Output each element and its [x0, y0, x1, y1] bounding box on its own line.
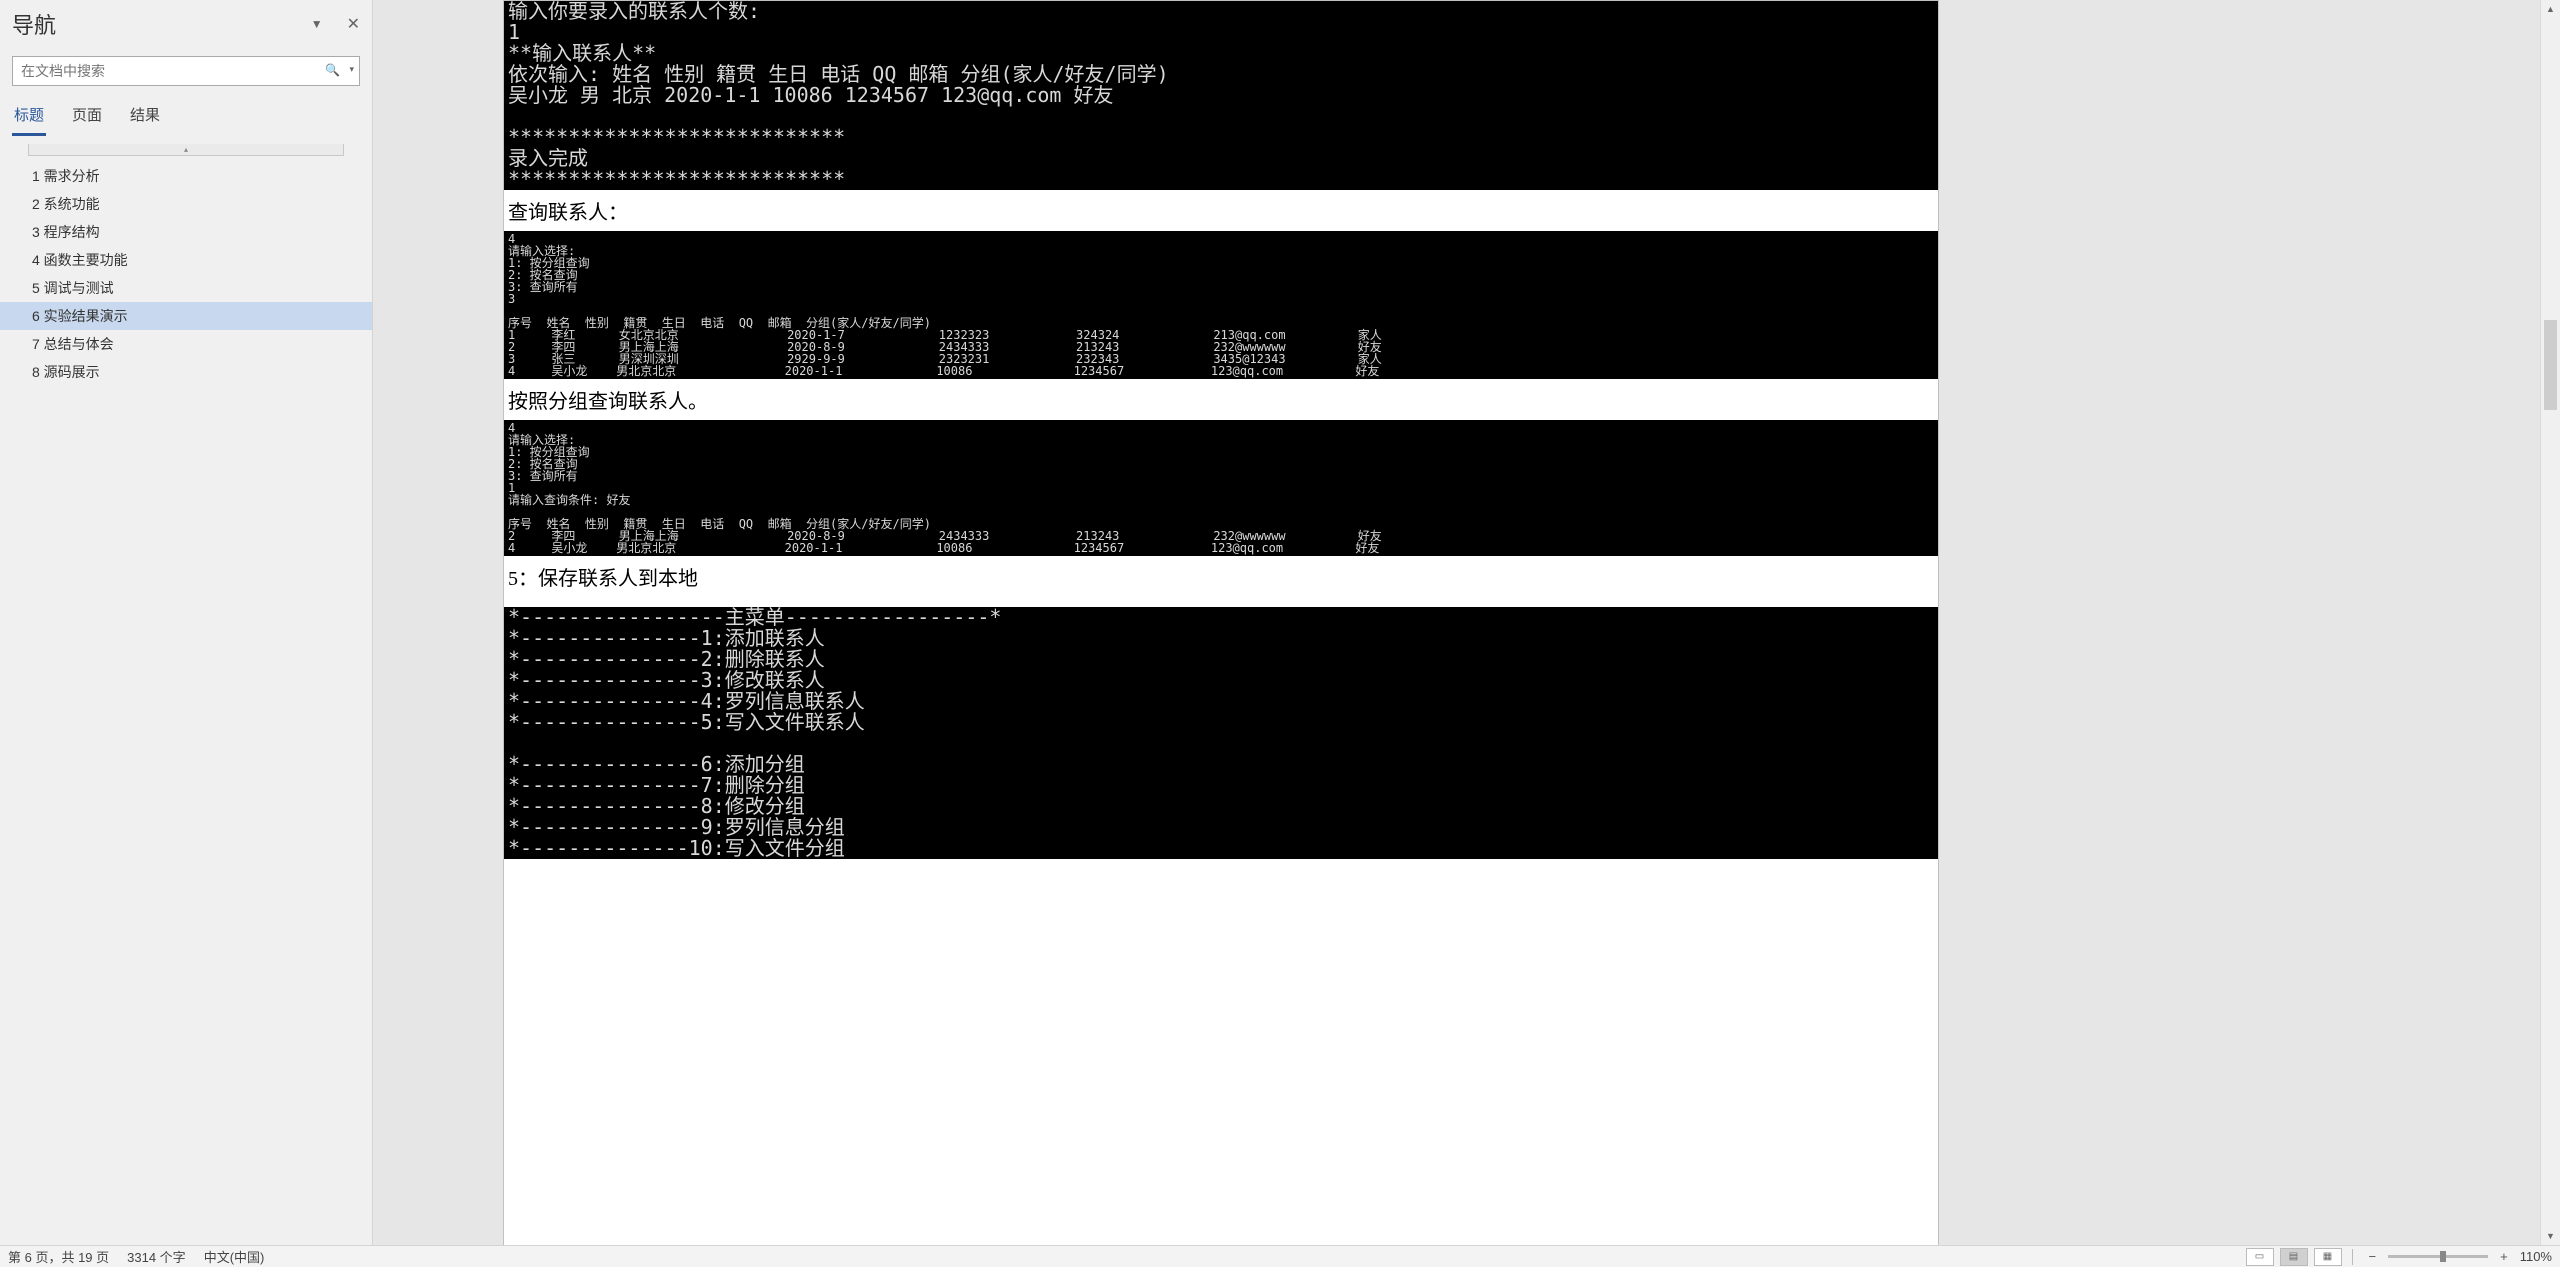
nav-item[interactable]: 7 总结与体会 — [0, 330, 372, 358]
tab-pages[interactable]: 页面 — [70, 98, 104, 136]
nav-header: 导航 ▼ ✕ — [0, 0, 372, 44]
vertical-scrollbar[interactable]: ▲ ▼ — [2540, 0, 2560, 1245]
body-text: 按照分组查询联系人。 — [504, 379, 1938, 420]
page-content: 输入你要录入的联系人个数: 1 **输入联系人** 依次输入: 姓名 性别 籍贯… — [504, 1, 1938, 859]
nav-item[interactable]: 3 程序结构 — [0, 218, 372, 246]
status-language[interactable]: 中文(中国) — [204, 1247, 265, 1266]
nav-tabs: 标题 页面 结果 — [0, 98, 372, 136]
nav-header-controls: ▼ ✕ — [311, 14, 360, 34]
nav-item[interactable]: 1 需求分析 — [0, 162, 372, 190]
zoom-out-button[interactable]: − — [2363, 1249, 2383, 1264]
search-box: 🔍 ▾ — [12, 56, 360, 86]
nav-item[interactable]: 5 调试与测试 — [0, 274, 372, 302]
document-page: 输入你要录入的联系人个数: 1 **输入联系人** 依次输入: 姓名 性别 籍贯… — [503, 0, 1939, 1245]
scroll-up-icon[interactable]: ▲ — [2541, 0, 2560, 18]
status-right: ▭ ▤ ▦ − + 110% — [2246, 1248, 2552, 1266]
nav-title: 导航 — [12, 8, 56, 40]
nav-item[interactable]: 8 源码展示 — [0, 358, 372, 386]
console-output-3: 4 请输入选择: 1: 按分组查询 2: 按名查询 3: 查询所有 1 请输入查… — [504, 420, 1938, 556]
view-web-layout-button[interactable]: ▦ — [2314, 1248, 2342, 1266]
status-left: 第 6 页，共 19 页 3314 个字 中文(中国) — [8, 1247, 264, 1266]
tab-results[interactable]: 结果 — [128, 98, 162, 136]
search-icon[interactable]: 🔍 — [325, 63, 340, 77]
search-input[interactable] — [12, 56, 360, 86]
console-output-2: 4 请输入选择: 1: 按分组查询 2: 按名查询 3: 查询所有 3 序号 姓… — [504, 231, 1938, 379]
navigation-pane: 导航 ▼ ✕ 🔍 ▾ 标题 页面 结果 ▴ 1 需求分析 2 系统功能 3 程序… — [0, 0, 373, 1246]
scroll-thumb[interactable] — [2544, 320, 2557, 410]
separator — [2352, 1249, 2353, 1265]
body-text: 5：保存联系人到本地 — [504, 556, 1938, 597]
body-text: 查询联系人： — [504, 190, 1938, 231]
zoom-slider-thumb[interactable] — [2440, 1251, 2446, 1262]
nav-item[interactable]: 4 函数主要功能 — [0, 246, 372, 274]
view-print-layout-button[interactable]: ▤ — [2280, 1248, 2308, 1266]
status-page[interactable]: 第 6 页，共 19 页 — [8, 1247, 109, 1266]
view-read-mode-button[interactable]: ▭ — [2246, 1248, 2274, 1266]
console-output-1: 输入你要录入的联系人个数: 1 **输入联系人** 依次输入: 姓名 性别 籍贯… — [504, 1, 1938, 190]
nav-divider[interactable]: ▴ — [28, 144, 344, 156]
zoom-level[interactable]: 110% — [2520, 1249, 2552, 1264]
scroll-down-icon[interactable]: ▼ — [2541, 1227, 2560, 1245]
search-dropdown-icon[interactable]: ▾ — [349, 64, 354, 75]
console-output-4: *-----------------主菜单-----------------* … — [504, 607, 1938, 859]
nav-item-selected[interactable]: 6 实验结果演示 — [0, 302, 372, 330]
zoom-slider[interactable] — [2388, 1255, 2488, 1258]
nav-options-dropdown-icon[interactable]: ▼ — [311, 17, 323, 31]
zoom-in-button[interactable]: + — [2494, 1249, 2514, 1264]
document-area[interactable]: 输入你要录入的联系人个数: 1 **输入联系人** 依次输入: 姓名 性别 籍贯… — [373, 0, 2540, 1245]
status-words[interactable]: 3314 个字 — [127, 1247, 186, 1266]
status-bar: 第 6 页，共 19 页 3314 个字 中文(中国) ▭ ▤ ▦ − + 11… — [0, 1245, 2560, 1267]
tab-headings[interactable]: 标题 — [12, 98, 46, 136]
close-icon[interactable]: ✕ — [347, 14, 360, 34]
nav-item[interactable]: 2 系统功能 — [0, 190, 372, 218]
nav-items-list: 1 需求分析 2 系统功能 3 程序结构 4 函数主要功能 5 调试与测试 6 … — [0, 160, 372, 388]
